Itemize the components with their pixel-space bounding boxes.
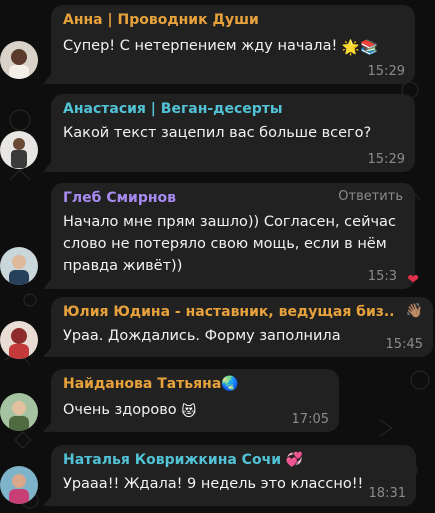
author-name[interactable]: Юлия Юдина - наставник, ведущая биз... — [63, 303, 393, 321]
message-text: Ураа. Дождались. Форму заполнила — [63, 328, 341, 344]
message-text: Супер! С нетерпением жду начала! — [63, 38, 338, 54]
message-text: Очень здорово — [63, 402, 177, 418]
message-bubble: Анна | Проводник Души Супер! С нетерпени… — [51, 5, 415, 84]
author-name-text: Найданова Татьяна — [63, 376, 222, 392]
waving-hand-icon: 👋🏽 — [405, 303, 423, 319]
sparkling-heart-icon: 💞 — [285, 452, 304, 468]
emoji-icons: 😻 — [181, 404, 197, 420]
message-text-line: Начало мне прям зашло)) Согласен, сейчас — [63, 214, 396, 230]
avatar[interactable] — [0, 393, 38, 431]
message-time: 18:31 — [368, 486, 406, 501]
author-name[interactable]: Найданова Татьяна🌏 — [63, 375, 327, 393]
reply-button[interactable]: Ответить — [338, 189, 403, 204]
message-text: Какой текст зацепил вас больше всего? — [63, 125, 372, 141]
heart-reaction-icon[interactable]: ❤ — [407, 272, 419, 288]
message-text-line: слово не потеряло свою мощь, если в нём — [63, 236, 387, 252]
avatar[interactable] — [0, 131, 38, 169]
message-text: Урааа!! Ждала! 9 недель это классно!! — [63, 476, 364, 492]
message-bubble: Юлия Юдина - наставник, ведущая биз... 👋… — [51, 297, 433, 357]
author-name[interactable]: Анна | Проводник Души — [63, 11, 403, 29]
message-time: 15:45 — [385, 337, 423, 352]
message-time: 17:05 — [291, 412, 329, 427]
message-bubble: Найданова Татьяна🌏 Очень здорово 😻 17:05 — [51, 369, 339, 432]
emoji-icons: 🌟📚 — [341, 40, 378, 56]
avatar[interactable] — [0, 466, 38, 504]
avatar[interactable] — [0, 247, 38, 285]
author-name[interactable]: Анастасия | Веган-десерты — [63, 100, 403, 118]
message-time: 15:29 — [367, 64, 405, 79]
avatar[interactable] — [0, 321, 38, 359]
message-bubble: Наталья Коврижкина Сочи 💞 Урааа!! Ждала!… — [51, 445, 416, 506]
message-bubble: Глеб Смирнов Ответить Начало мне прям за… — [51, 183, 419, 289]
author-name[interactable]: Наталья Коврижкина Сочи 💞 — [63, 451, 404, 469]
message-time: 15:29 — [367, 152, 405, 167]
message-bubble: Анастасия | Веган-десерты Какой текст за… — [51, 94, 415, 172]
avatar[interactable] — [0, 41, 38, 79]
globe-icon: 🌏 — [221, 376, 239, 392]
author-name-text: Наталья Коврижкина Сочи — [63, 452, 281, 468]
message-time: 15:3 — [367, 269, 397, 284]
message-text-line: правда живёт)) — [63, 258, 183, 274]
